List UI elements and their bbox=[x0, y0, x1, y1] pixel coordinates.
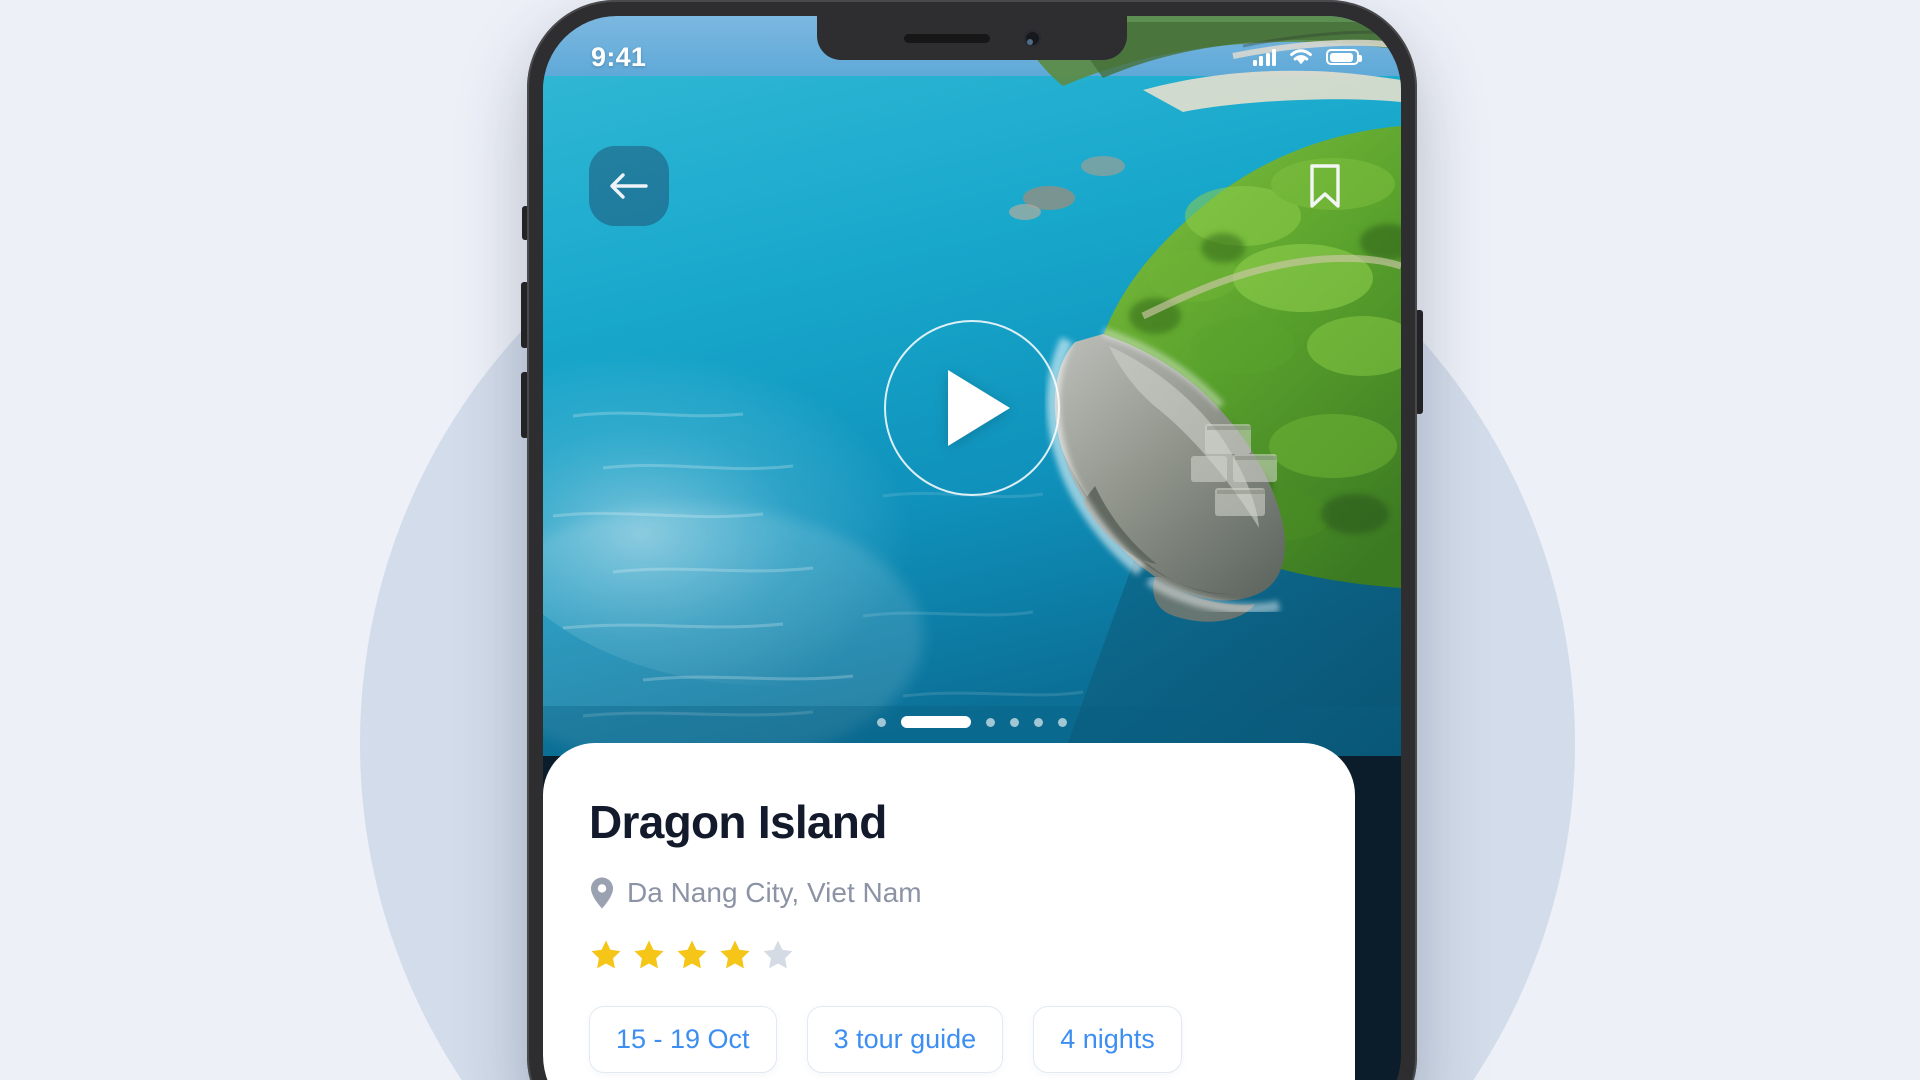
battery-icon bbox=[1326, 49, 1362, 65]
bookmark-icon bbox=[1310, 164, 1340, 208]
star-icon-filled bbox=[591, 940, 621, 969]
star-icon-filled bbox=[720, 940, 750, 969]
detail-chips: 15 - 19 Oct 3 tour guide 4 nights bbox=[589, 1006, 1355, 1073]
front-camera-icon bbox=[1023, 29, 1041, 47]
status-icons bbox=[1252, 47, 1362, 67]
bookmark-button[interactable] bbox=[1295, 151, 1355, 221]
top-action-bar bbox=[543, 146, 1401, 226]
wifi-icon bbox=[1290, 49, 1312, 65]
star-icon-empty bbox=[763, 940, 793, 969]
page-title: Dragon Island bbox=[589, 796, 887, 848]
pagination-dot[interactable] bbox=[1058, 717, 1067, 727]
status-time: 9:41 bbox=[591, 41, 647, 72]
volume-up-button[interactable] bbox=[521, 282, 529, 348]
star-icon-filled bbox=[677, 940, 707, 969]
pagination-dot[interactable] bbox=[986, 717, 995, 727]
pagination-dot[interactable] bbox=[877, 717, 886, 727]
location-text: Da Nang City, Viet Nam bbox=[627, 877, 922, 908]
volume-down-button[interactable] bbox=[521, 372, 529, 438]
chip-tour-guide[interactable]: 3 tour guide bbox=[806, 1006, 1004, 1073]
pagination-dot[interactable] bbox=[1010, 717, 1019, 727]
chip-nights[interactable]: 4 nights bbox=[1033, 1006, 1182, 1073]
power-button[interactable] bbox=[1415, 310, 1423, 414]
chip-dates[interactable]: 15 - 19 Oct bbox=[589, 1006, 777, 1073]
play-icon bbox=[948, 370, 1010, 446]
arrow-left-icon bbox=[610, 173, 648, 199]
play-button[interactable] bbox=[884, 320, 1060, 496]
back-button[interactable] bbox=[589, 146, 669, 226]
phone-mockup: 9:41 Dragon Island Da Nang City, Viet Na… bbox=[521, 0, 1423, 1080]
earpiece-speaker-icon bbox=[903, 33, 990, 43]
pagination-dot-active[interactable] bbox=[901, 716, 971, 728]
gallery-pagination bbox=[877, 716, 1067, 728]
place-info-card: Dragon Island Da Nang City, Viet Nam 15 … bbox=[543, 743, 1355, 1080]
cellular-signal-icon bbox=[1252, 48, 1276, 66]
mute-switch-button[interactable] bbox=[522, 206, 529, 240]
location-row: Da Nang City, Viet Nam bbox=[589, 876, 1355, 910]
star-icon-filled bbox=[634, 940, 664, 969]
phone-screen: 9:41 Dragon Island Da Nang City, Viet Na… bbox=[543, 16, 1401, 1080]
location-pin-icon bbox=[591, 877, 613, 909]
notch bbox=[817, 16, 1127, 60]
pagination-dot[interactable] bbox=[1034, 717, 1043, 727]
rating-stars[interactable] bbox=[589, 938, 1355, 972]
